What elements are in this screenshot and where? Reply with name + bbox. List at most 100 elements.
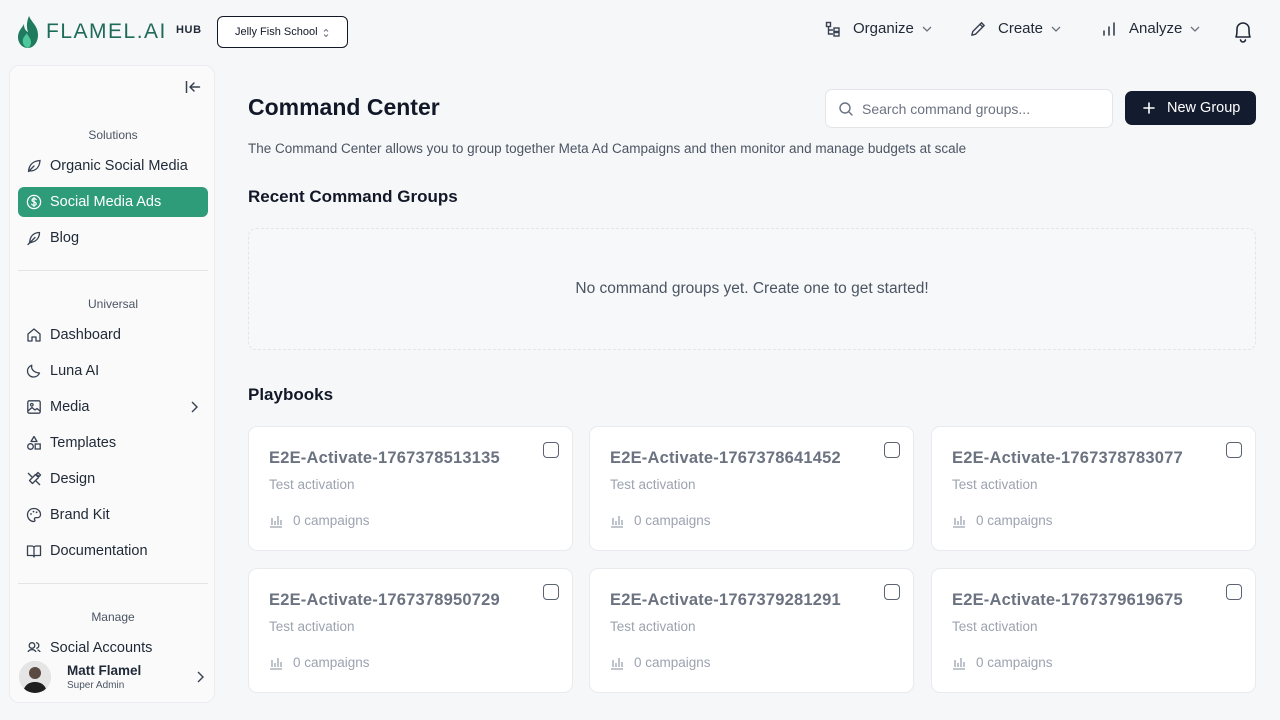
search-icon [839,101,853,116]
select-checkbox[interactable] [884,442,900,458]
chevron-up-down-icon [323,28,329,38]
sidebar-item-social-media-ads[interactable]: Social Media Ads [18,187,208,217]
sidebar-item-label: Blog [50,230,80,246]
chevron-down-icon [1190,26,1200,32]
playbook-card-title: E2E-Activate-1767378513135 [269,449,500,467]
sidebar-item-label: Documentation [50,543,148,559]
chevron-right-icon [191,401,198,413]
bar-chart-icon [270,515,282,528]
bar-chart-icon [611,515,623,528]
user-name: Matt Flamel [67,663,142,678]
sidebar-item-label: Organic Social Media [50,158,188,174]
sidebar-item-label: Social Media Ads [50,194,162,210]
page-description: The Command Center allows you to group t… [248,141,967,156]
select-checkbox[interactable] [543,584,559,600]
recent-groups-heading: Recent Command Groups [248,187,458,206]
bar-chart-icon [611,657,623,670]
sidebar-item-luna-ai[interactable]: Luna AI [18,356,208,386]
chevron-right-icon [197,671,204,683]
sidebar-item-brand-kit[interactable]: Brand Kit [18,500,208,530]
nav-analyze-label: Analyze [1129,20,1183,37]
sidebar-divider [18,270,208,271]
playbooks-heading: Playbooks [248,385,334,404]
playbook-card-subtitle: Test activation [269,619,355,634]
playbook-card[interactable]: E2E-Activate-1767379619675 Test activati… [931,568,1256,693]
search-box[interactable] [825,89,1113,128]
nav-organize-label: Organize [853,20,914,37]
workspace-select[interactable]: Jelly Fish School [217,16,348,48]
playbook-card-subtitle: Test activation [952,619,1038,634]
select-checkbox[interactable] [1226,584,1242,600]
playbook-card-meta: 0 campaigns [952,655,1053,670]
select-checkbox[interactable] [884,584,900,600]
brand-logo[interactable]: FLAMEL.AI [16,15,167,49]
campaign-count: 0 campaigns [634,655,711,670]
sidebar-divider [18,583,208,584]
feather-icon [27,231,41,246]
playbook-card-meta: 0 campaigns [269,655,370,670]
sidebar-item-label: Media [50,399,90,415]
plus-icon [1143,102,1155,114]
campaign-count: 0 campaigns [293,655,370,670]
avatar [19,661,51,693]
playbook-card[interactable]: E2E-Activate-1767378513135 Test activati… [248,426,573,551]
sidebar-item-organic-social-media[interactable]: Organic Social Media [18,151,208,181]
nav-create[interactable]: Create [970,20,1061,37]
section-title-manage: Manage [91,610,135,624]
sidebar-item-label: Templates [50,435,117,451]
nav-create-label: Create [998,20,1044,37]
playbook-card-meta: 0 campaigns [610,513,711,528]
select-checkbox[interactable] [543,442,559,458]
user-profile[interactable]: Matt Flamel Super Admin [10,652,214,702]
bar-chart-icon [953,657,965,670]
collapse-sidebar-icon[interactable] [185,80,201,94]
playbook-card[interactable]: E2E-Activate-1767378950729 Test activati… [248,568,573,693]
empty-state: No command groups yet. Create one to get… [248,228,1256,350]
playbook-card-title: E2E-Activate-1767378783077 [952,449,1183,467]
leaf-icon [27,159,41,173]
playbook-card-meta: 0 campaigns [269,513,370,528]
sidebar: Solutions Organic Social Media Social Me… [9,65,215,703]
sidebar-item-templates[interactable]: Templates [18,428,208,458]
nav-organize[interactable]: Organize [825,20,932,37]
sidebar-item-label: Luna AI [50,363,100,379]
workspace-select-value: Jelly Fish School [235,26,318,38]
sidebar-item-blog[interactable]: Blog [18,223,208,253]
pen-icon [971,21,985,36]
empty-state-text: No command groups yet. Create one to get… [575,280,929,297]
notification-bell-icon[interactable] [1232,20,1254,44]
flame-logo-icon [18,16,38,48]
new-group-button[interactable]: New Group [1125,91,1256,125]
playbook-card[interactable]: E2E-Activate-1767378641452 Test activati… [589,426,914,551]
section-title-solutions: Solutions [88,128,138,142]
book-icon [26,545,42,558]
page-title: Command Center [248,94,440,120]
image-icon [27,400,41,414]
search-input[interactable] [862,100,1102,117]
brand-name: FLAMEL.AI [46,20,167,43]
campaign-count: 0 campaigns [293,513,370,528]
playbook-card-title: E2E-Activate-1767378950729 [269,591,500,609]
sidebar-item-label: Design [50,471,96,487]
campaign-count: 0 campaigns [976,655,1053,670]
playbook-card-title: E2E-Activate-1767379619675 [952,591,1183,609]
playbook-card[interactable]: E2E-Activate-1767378783077 Test activati… [931,426,1256,551]
sidebar-item-documentation[interactable]: Documentation [18,536,208,566]
playbook-card[interactable]: E2E-Activate-1767379281291 Test activati… [589,568,914,693]
user-meta: Matt Flamel Super Admin [67,663,141,691]
sidebar-item-design[interactable]: Design [18,464,208,494]
organize-icon [825,21,840,37]
playbook-card-title: E2E-Activate-1767379281291 [610,591,841,609]
chevron-down-icon [922,26,932,32]
sidebar-item-media[interactable]: Media [18,392,208,422]
sidebar-item-dashboard[interactable]: Dashboard [18,320,208,350]
moon-icon [26,364,41,378]
playbook-card-subtitle: Test activation [610,477,696,492]
section-title-universal: Universal [87,297,138,311]
playbook-card-subtitle: Test activation [952,477,1038,492]
sidebar-item-label: Brand Kit [50,507,110,523]
select-checkbox[interactable] [1226,442,1242,458]
home-icon [27,328,41,342]
nav-analyze[interactable]: Analyze [1101,20,1200,37]
playbook-card-meta: 0 campaigns [610,655,711,670]
